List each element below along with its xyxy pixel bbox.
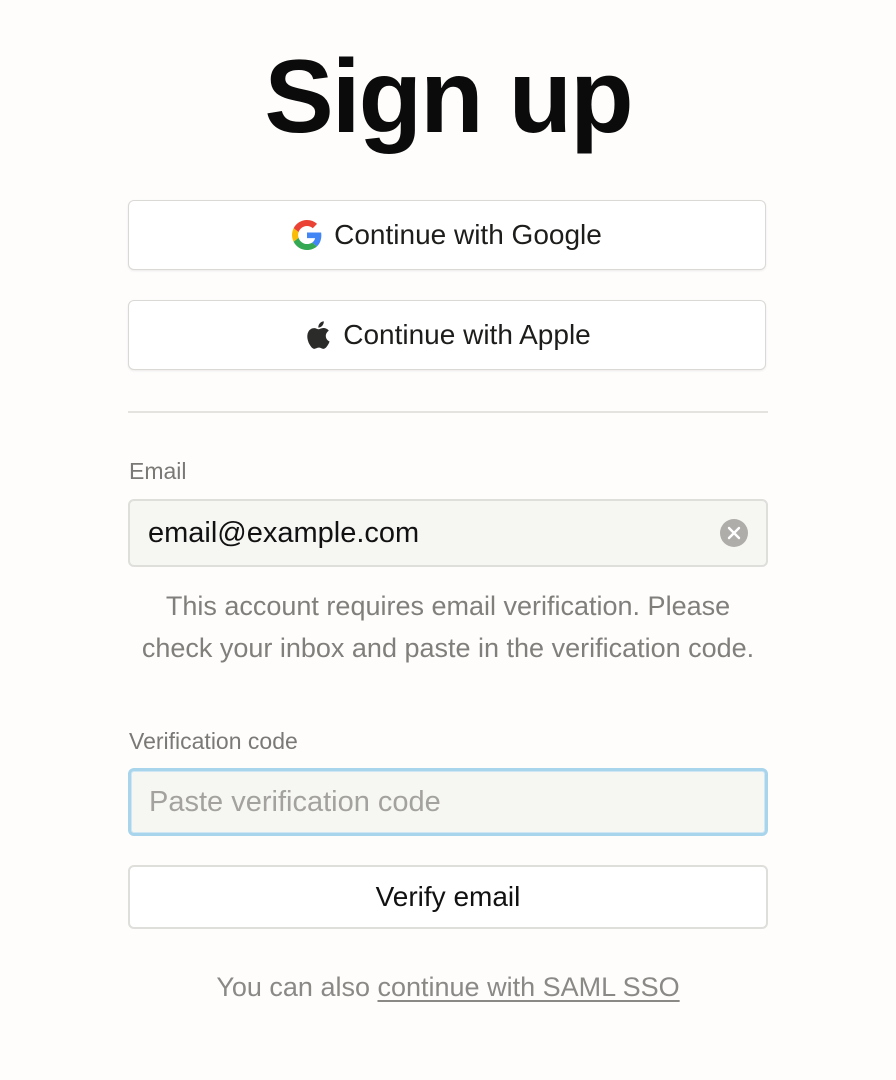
saml-sso-link[interactable]: continue with SAML SSO (377, 972, 679, 1002)
google-g-icon (292, 220, 322, 250)
email-input[interactable] (148, 501, 708, 565)
verify-email-button[interactable]: Verify email (128, 865, 768, 929)
signup-page: Sign up Continue with Google Continue wi… (0, 0, 896, 1080)
email-label: Email (129, 458, 187, 484)
google-button-label: Continue with Google (334, 219, 602, 250)
clear-circle-icon[interactable] (720, 519, 748, 547)
page-title: Sign up (264, 39, 633, 155)
continue-with-google-button[interactable]: Continue with Google (128, 200, 766, 270)
apple-icon (303, 319, 331, 351)
verification-code-wrapper (128, 768, 768, 836)
footer-text: You can also continue with SAML SSO (0, 972, 896, 1003)
verification-hint: This account requires email verification… (141, 591, 755, 663)
verification-code-input[interactable] (149, 771, 709, 833)
continue-with-apple-button[interactable]: Continue with Apple (128, 300, 766, 370)
section-divider (128, 411, 768, 413)
apple-button-label: Continue with Apple (343, 319, 591, 350)
email-field-wrapper (128, 499, 768, 567)
verification-code-label: Verification code (129, 728, 298, 754)
footer-prefix: You can also (216, 972, 378, 1002)
